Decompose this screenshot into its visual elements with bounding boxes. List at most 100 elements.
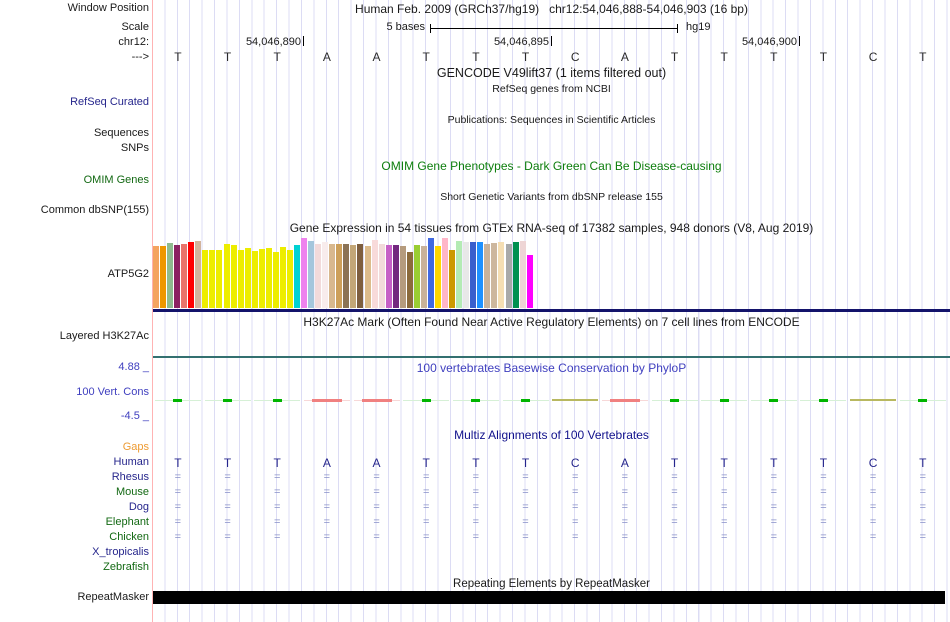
- track-label-multiz-gaps[interactable]: Gaps: [0, 441, 149, 453]
- gtex-bar[interactable]: [322, 242, 329, 308]
- track-label-refseq-curated[interactable]: RefSeq Curated: [0, 96, 149, 109]
- multiz-track-title[interactable]: Multiz Alignments of 100 Vertebrates: [153, 428, 950, 442]
- gtex-bar[interactable]: [477, 242, 484, 308]
- gtex-bar[interactable]: [505, 244, 512, 308]
- gtex-bar[interactable]: [442, 238, 449, 308]
- phylop-track-title[interactable]: 100 vertebrates Basewise Conservation by…: [153, 361, 950, 375]
- track-label-snps[interactable]: SNPs: [0, 142, 149, 155]
- base-letter: C: [868, 50, 878, 64]
- gtex-bar[interactable]: [491, 243, 498, 308]
- gtex-bar[interactable]: [512, 242, 519, 308]
- track-label-multiz-x_tropicalis[interactable]: X_tropicalis: [0, 546, 149, 558]
- gtex-bar[interactable]: [343, 244, 350, 308]
- publications-track-title[interactable]: Publications: Sequences in Scientific Ar…: [153, 113, 950, 127]
- gtex-bar[interactable]: [188, 242, 195, 308]
- gtex-bar[interactable]: [160, 246, 167, 308]
- gtex-bar[interactable]: [399, 246, 406, 308]
- base-letter: T: [720, 50, 728, 64]
- gtex-bar[interactable]: [392, 245, 399, 308]
- gtex-bar[interactable]: [498, 242, 505, 308]
- gtex-bar[interactable]: [526, 255, 533, 308]
- track-label-gene[interactable]: ATP5G2: [0, 268, 149, 281]
- gtex-bar[interactable]: [153, 246, 159, 308]
- gtex-bar[interactable]: [308, 241, 315, 308]
- gtex-bar[interactable]: [357, 244, 364, 308]
- scale-label: Scale: [121, 21, 149, 33]
- multiz-identity-glyph: =: [373, 531, 380, 543]
- gtex-bar[interactable]: [350, 245, 357, 308]
- gtex-bar[interactable]: [251, 251, 258, 308]
- gtex-bar[interactable]: [294, 245, 300, 308]
- gtex-bar[interactable]: [174, 245, 181, 308]
- gtex-bar[interactable]: [258, 249, 265, 308]
- repeatmasker-element-bar[interactable]: [153, 591, 945, 604]
- multiz-identity-glyph: =: [472, 471, 480, 483]
- gtex-bar[interactable]: [463, 242, 470, 308]
- omim-track-title[interactable]: OMIM Gene Phenotypes - Dark Green Can Be…: [153, 159, 950, 173]
- gtex-bar[interactable]: [230, 245, 237, 308]
- track-label-omim-genes[interactable]: OMIM Genes: [0, 174, 149, 187]
- multiz-base-letter: T: [521, 456, 530, 470]
- gtex-bar[interactable]: [378, 244, 385, 308]
- gtex-bar[interactable]: [237, 250, 244, 308]
- gtex-bar[interactable]: [279, 247, 286, 308]
- gtex-bar[interactable]: [456, 241, 463, 308]
- gtex-bar[interactable]: [315, 244, 322, 308]
- track-label-common-dbsnp[interactable]: Common dbSNP(155): [0, 204, 149, 217]
- multiz-identity-glyph: =: [422, 486, 430, 498]
- multiz-base-letter: T: [174, 456, 182, 470]
- ruler-tick: [303, 36, 304, 46]
- track-label-multiz-dog[interactable]: Dog: [0, 501, 149, 513]
- track-label-sequences[interactable]: Sequences: [0, 127, 149, 140]
- gtex-bar[interactable]: [195, 241, 202, 308]
- gtex-bar[interactable]: [413, 245, 420, 308]
- track-label-multiz-rhesus[interactable]: Rhesus: [0, 471, 149, 483]
- multiz-identity-glyph: =: [522, 516, 529, 528]
- gtex-bar[interactable]: [336, 244, 343, 308]
- gencode-track-title[interactable]: GENCODE V49lift37 (1 items filtered out): [153, 66, 950, 80]
- gtex-bar[interactable]: [272, 252, 279, 308]
- track-label-repeatmasker[interactable]: RepeatMasker: [0, 591, 149, 604]
- dbsnp-track-title[interactable]: Short Genetic Variants from dbSNP releas…: [153, 190, 950, 204]
- multiz-identity-glyph: =: [720, 531, 728, 543]
- gtex-bar[interactable]: [301, 238, 308, 308]
- conservation-tick-green: [521, 399, 531, 402]
- gtex-bar[interactable]: [427, 238, 434, 308]
- refseq-track-title[interactable]: RefSeq genes from NCBI: [153, 82, 950, 96]
- gtex-bar[interactable]: [286, 250, 293, 308]
- gtex-bar[interactable]: [329, 244, 336, 308]
- multiz-identity-glyph: =: [472, 516, 480, 528]
- gtex-bar[interactable]: [470, 242, 477, 308]
- gtex-bar[interactable]: [216, 250, 223, 308]
- gtex-bar[interactable]: [484, 244, 491, 308]
- gtex-bar[interactable]: [435, 246, 441, 308]
- gtex-bar[interactable]: [364, 246, 371, 308]
- h3k27ac-track-title[interactable]: H3K27Ac Mark (Often Found Near Active Re…: [153, 315, 950, 329]
- track-label-multiz-zebrafish[interactable]: Zebrafish: [0, 561, 149, 573]
- gtex-bar[interactable]: [371, 240, 378, 308]
- gtex-bar[interactable]: [406, 252, 413, 308]
- gtex-bar[interactable]: [449, 250, 456, 308]
- scale-assembly-label: hg19: [686, 21, 711, 33]
- track-label-multiz-elephant[interactable]: Elephant: [0, 516, 149, 528]
- track-label-100-vert-cons[interactable]: 100 Vert. Cons: [0, 386, 149, 399]
- track-label-multiz-human[interactable]: Human: [0, 456, 149, 468]
- gtex-bar[interactable]: [209, 250, 216, 308]
- gtex-bar[interactable]: [223, 244, 230, 308]
- repeatmasker-track-title[interactable]: Repeating Elements by RepeatMasker: [153, 577, 950, 591]
- track-label-multiz-mouse[interactable]: Mouse: [0, 486, 149, 498]
- gtex-bar[interactable]: [519, 241, 526, 308]
- gtex-bar[interactable]: [244, 248, 251, 308]
- gtex-bar[interactable]: [167, 243, 174, 308]
- track-label-layered-h3k27ac[interactable]: Layered H3K27Ac: [0, 330, 149, 343]
- gtex-bar[interactable]: [181, 244, 188, 308]
- gtex-bar[interactable]: [202, 250, 209, 308]
- track-label-multiz-chicken[interactable]: Chicken: [0, 531, 149, 543]
- gtex-bar[interactable]: [385, 245, 392, 308]
- gtex-track-title[interactable]: Gene Expression in 54 tissues from GTEx …: [153, 221, 950, 235]
- multiz-identity-glyph: =: [919, 531, 927, 543]
- gtex-bar[interactable]: [265, 248, 272, 308]
- conservation-tick-red: [609, 399, 640, 402]
- multiz-identity-glyph: =: [919, 501, 927, 513]
- gtex-bar[interactable]: [420, 246, 427, 308]
